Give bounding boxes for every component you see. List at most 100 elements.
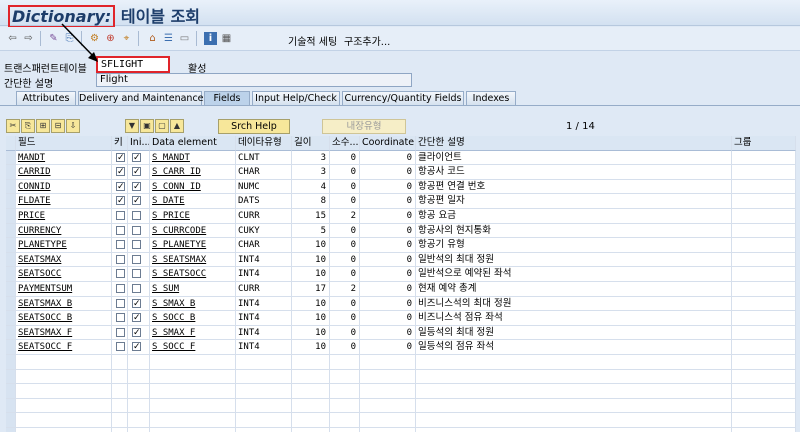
row-selector[interactable] (6, 282, 16, 297)
decimals-cell[interactable]: 0 (330, 238, 360, 253)
short-description-cell[interactable]: 일반석으로 예약된 좌석 (416, 267, 732, 282)
group-cell[interactable] (732, 267, 796, 282)
length-cell[interactable] (292, 413, 330, 428)
tab-attributes[interactable]: Attributes (16, 91, 76, 105)
row-selector[interactable] (6, 238, 16, 253)
data-element-cell[interactable]: S_SEATSMAX (150, 252, 236, 268)
checkbox[interactable] (116, 194, 125, 208)
table-row[interactable]: SEATSOCC S_SEATSOCC INT4 10 0 0 일반석으로 예약된 좌석 (6, 267, 796, 282)
short-description-cell[interactable]: 클라이언트 (416, 150, 732, 166)
length-cell[interactable]: 5 (292, 223, 330, 239)
table-row[interactable]: SEATSOCC_FS_SOCC_FINT41000일등석의 점유 좌석 (6, 340, 796, 355)
initial-checkbox[interactable] (128, 179, 150, 195)
coordinate-cell[interactable] (360, 384, 416, 399)
hierarchy-icon[interactable]: ⌂ (146, 32, 159, 45)
row-selector[interactable] (6, 165, 16, 180)
decimals-cell[interactable] (330, 413, 360, 428)
decimals-cell[interactable]: 0 (330, 165, 360, 180)
insert-row-icon[interactable]: ⊞ (36, 119, 50, 133)
activate-icon[interactable]: ⚙ (88, 32, 101, 45)
table-row[interactable] (6, 398, 796, 414)
initial-checkbox[interactable] (128, 282, 150, 297)
table-row[interactable]: CARRIDS_CARR_IDCHAR300항공사 코드 (6, 165, 796, 180)
checkbox[interactable] (132, 194, 141, 208)
decimals-cell[interactable]: 0 (330, 296, 360, 312)
key-checkbox[interactable] (112, 209, 128, 224)
append-structure-button[interactable]: 구조추가... (344, 33, 390, 48)
field-name-cell[interactable]: FLDATE (16, 194, 112, 209)
short-description-cell[interactable]: 일반석의 최대 정원 (416, 252, 732, 268)
length-cell[interactable] (292, 355, 330, 370)
short-description-cell[interactable]: 항공편 연결 번호 (416, 179, 732, 195)
coordinate-cell[interactable]: 0 (360, 238, 416, 253)
group-cell[interactable] (732, 355, 796, 370)
decimals-cell[interactable]: 0 (330, 150, 360, 166)
select-all-icon[interactable]: ▣ (140, 119, 154, 133)
coordinate-cell[interactable]: 0 (360, 282, 416, 297)
coordinate-cell[interactable]: 0 (360, 194, 416, 209)
length-cell[interactable] (292, 428, 330, 432)
table-row[interactable]: FLDATES_DATEDATS800항공편 일자 (6, 194, 796, 209)
table-row[interactable]: PLANETYPE S_PLANETYE CHAR 10 0 0 항공기 유형 (6, 238, 796, 253)
table-row[interactable] (6, 384, 796, 399)
data-type-cell[interactable] (236, 369, 292, 385)
decimals-cell[interactable]: 0 (330, 194, 360, 209)
column-header[interactable]: 키 (112, 136, 128, 151)
row-selector[interactable] (6, 384, 16, 399)
cut-row-icon[interactable]: ✂ (6, 119, 20, 133)
key-checkbox[interactable] (112, 252, 128, 268)
column-header[interactable]: Data element (150, 136, 236, 151)
checkbox[interactable] (132, 297, 141, 310)
paste-row-icon[interactable]: ⇩ (66, 119, 80, 133)
column-header[interactable]: 필드 (16, 136, 112, 151)
data-element-cell[interactable] (150, 428, 236, 432)
initial-checkbox[interactable] (128, 369, 150, 385)
search-help-button[interactable]: Srch Help (218, 119, 290, 134)
coordinate-cell[interactable]: 0 (360, 209, 416, 224)
checkbox[interactable] (132, 180, 141, 193)
initial-checkbox[interactable] (128, 398, 150, 414)
data-type-cell[interactable]: INT4 (236, 311, 292, 326)
data-element-cell[interactable] (150, 369, 236, 385)
checkbox[interactable] (116, 342, 125, 352)
short-description-cell[interactable]: 일등석의 점유 좌석 (416, 340, 732, 355)
key-checkbox[interactable] (112, 282, 128, 297)
group-cell[interactable] (732, 325, 796, 341)
initial-checkbox[interactable] (128, 267, 150, 282)
column-header[interactable]: Ini... (128, 136, 150, 151)
coordinate-cell[interactable] (360, 398, 416, 414)
key-checkbox[interactable] (112, 223, 128, 239)
column-header[interactable]: 데이타유형 (236, 136, 292, 151)
row-selector[interactable] (6, 325, 16, 341)
group-cell[interactable] (732, 296, 796, 312)
table-row[interactable]: CONNIDS_CONN_IDNUMC400항공편 연결 번호 (6, 179, 796, 195)
table-row[interactable]: CURRENCY S_CURRCODE CUKY 5 0 0 항공사의 현지통화 (6, 223, 796, 239)
group-cell[interactable] (732, 165, 796, 180)
decimals-cell[interactable] (330, 428, 360, 432)
row-selector[interactable] (6, 311, 16, 326)
checkbox[interactable] (116, 327, 125, 337)
table-row[interactable]: PRICE S_PRICE CURR 15 2 0 항공 요금 (6, 209, 796, 224)
initial-checkbox[interactable] (128, 428, 150, 432)
short-description-cell[interactable] (416, 355, 732, 370)
coordinate-cell[interactable] (360, 413, 416, 428)
checkbox[interactable] (132, 151, 141, 164)
row-selector[interactable] (6, 267, 16, 282)
group-cell[interactable] (732, 194, 796, 209)
initial-checkbox[interactable] (128, 413, 150, 428)
builtin-type-button[interactable]: 내장유형 (322, 119, 406, 134)
decimals-cell[interactable]: 0 (330, 267, 360, 282)
delete-row-icon[interactable]: ⊟ (51, 119, 65, 133)
group-cell[interactable] (732, 223, 796, 239)
initial-checkbox[interactable] (128, 194, 150, 209)
checkbox[interactable] (132, 211, 141, 220)
length-cell[interactable]: 17 (292, 282, 330, 297)
checkbox[interactable] (116, 240, 125, 250)
length-cell[interactable]: 10 (292, 267, 330, 282)
checkbox[interactable] (116, 313, 125, 323)
group-cell[interactable] (732, 209, 796, 224)
data-type-cell[interactable]: INT4 (236, 296, 292, 312)
checkbox[interactable] (116, 254, 125, 264)
length-cell[interactable]: 10 (292, 296, 330, 312)
initial-checkbox[interactable] (128, 311, 150, 326)
